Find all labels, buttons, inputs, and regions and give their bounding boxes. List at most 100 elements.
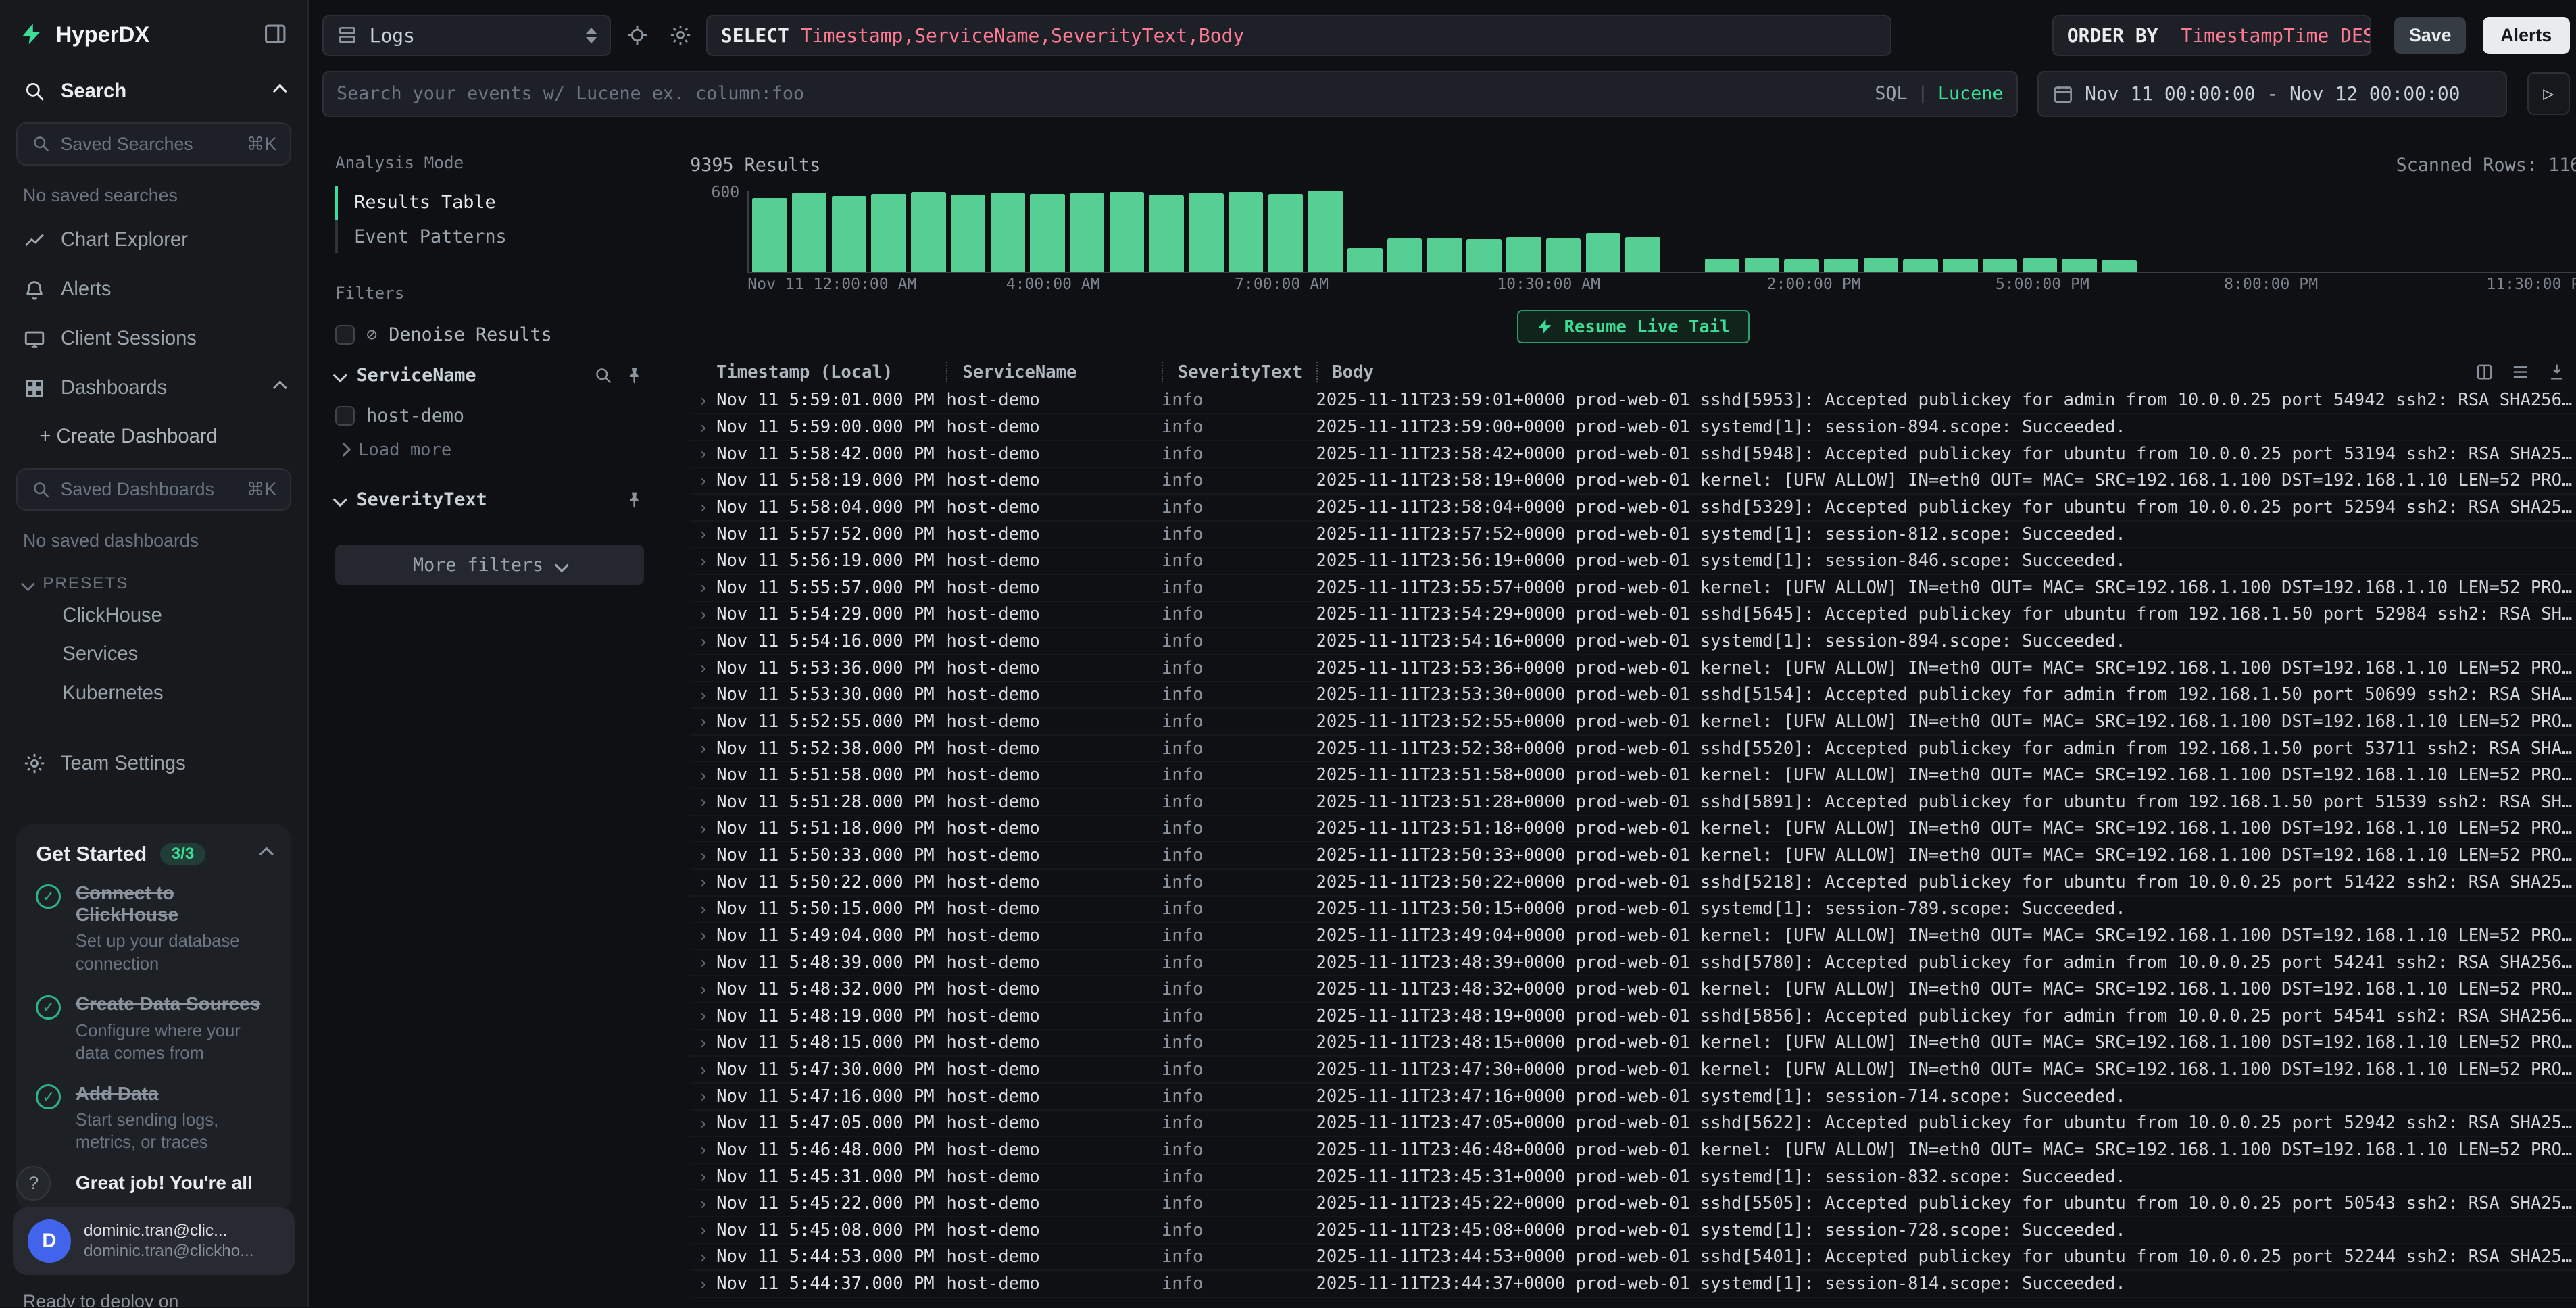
table-row[interactable]: ›Nov 11 5:58:42.000 PMhost-demoinfo2025-… <box>690 441 2576 468</box>
table-row[interactable]: ›Nov 11 5:53:36.000 PMhost-demoinfo2025-… <box>690 655 2576 682</box>
order-by-input[interactable]: ORDER BY TimestampTime DESC <box>2052 15 2371 56</box>
row-expand-icon[interactable]: › <box>690 1006 716 1026</box>
get-started-item[interactable]: ✓ Create Data Sources Configure where yo… <box>36 993 271 1065</box>
download-icon[interactable] <box>2547 362 2567 382</box>
row-expand-icon[interactable]: › <box>690 872 716 892</box>
row-expand-icon[interactable]: › <box>690 1167 716 1186</box>
row-expand-icon[interactable]: › <box>690 1033 716 1053</box>
row-expand-icon[interactable]: › <box>690 391 716 410</box>
column-header-body[interactable]: Body <box>1316 362 2576 382</box>
preset-item-clickhouse[interactable]: ClickHouse <box>0 597 307 635</box>
sidebar-item-search[interactable]: Search <box>0 67 307 116</box>
table-row[interactable]: ›Nov 11 5:47:05.000 PMhost-demoinfo2025-… <box>690 1111 2576 1138</box>
source-select[interactable]: Logs <box>322 15 612 56</box>
table-settings-icon[interactable] <box>2475 362 2494 382</box>
table-row[interactable]: ›Nov 11 5:58:19.000 PMhost-demoinfo2025-… <box>690 468 2576 495</box>
row-expand-icon[interactable]: › <box>690 765 716 785</box>
column-header-servicename[interactable]: ServiceName <box>946 362 1162 382</box>
save-button[interactable]: Save <box>2394 17 2466 54</box>
table-row[interactable]: ›Nov 11 5:56:19.000 PMhost-demoinfo2025-… <box>690 548 2576 575</box>
filter-value-host-demo[interactable]: host-demo <box>322 397 658 434</box>
table-row[interactable]: ›Nov 11 5:58:04.000 PMhost-demoinfo2025-… <box>690 495 2576 522</box>
filter-group-severitytext[interactable]: SeverityText <box>322 478 658 522</box>
sidebar-item-client-sessions[interactable]: Client Sessions <box>0 314 307 363</box>
event-search-input[interactable]: Search your events w/ Lucene ex. column:… <box>322 71 2018 117</box>
table-row[interactable]: ›Nov 11 5:48:39.000 PMhost-demoinfo2025-… <box>690 950 2576 977</box>
lang-lucene-toggle[interactable]: Lucene <box>1938 83 2004 104</box>
chevron-up-icon[interactable] <box>272 84 287 99</box>
row-expand-icon[interactable]: › <box>690 1113 716 1133</box>
source-settings-icon-button[interactable] <box>664 19 697 52</box>
row-expand-icon[interactable]: › <box>690 1194 716 1213</box>
table-row[interactable]: ›Nov 11 5:45:22.000 PMhost-demoinfo2025-… <box>690 1190 2576 1217</box>
table-row[interactable]: ›Nov 11 5:59:01.000 PMhost-demoinfo2025-… <box>690 388 2576 415</box>
focus-icon-button[interactable] <box>621 19 654 52</box>
row-density-icon[interactable] <box>2510 362 2530 382</box>
table-row[interactable]: ›Nov 11 5:54:16.000 PMhost-demoinfo2025-… <box>690 628 2576 655</box>
row-expand-icon[interactable]: › <box>690 524 716 544</box>
histogram-bars[interactable] <box>747 191 2576 273</box>
row-expand-icon[interactable]: › <box>690 418 716 437</box>
resume-live-tail-button[interactable]: Resume Live Tail <box>1517 310 1750 343</box>
saved-searches-input[interactable]: Saved Searches ⌘K <box>16 122 291 165</box>
row-expand-icon[interactable]: › <box>690 792 716 811</box>
row-expand-icon[interactable]: › <box>690 926 716 945</box>
row-expand-icon[interactable]: › <box>690 497 716 517</box>
column-header-severitytext[interactable]: SeverityText <box>1162 362 1316 382</box>
table-row[interactable]: ›Nov 11 5:52:38.000 PMhost-demoinfo2025-… <box>690 736 2576 763</box>
filter-search-icon[interactable] <box>593 366 613 385</box>
denoise-results-checkbox[interactable]: ⊘ Denoise Results <box>322 316 658 353</box>
more-filters-button[interactable]: More filters <box>335 545 644 585</box>
table-row[interactable]: ›Nov 11 5:52:55.000 PMhost-demoinfo2025-… <box>690 709 2576 736</box>
sidebar-item-chart-explorer[interactable]: Chart Explorer <box>0 216 307 265</box>
row-expand-icon[interactable]: › <box>690 1140 716 1159</box>
pin-icon[interactable] <box>624 366 644 385</box>
table-row[interactable]: ›Nov 11 5:44:53.000 PMhost-demoinfo2025-… <box>690 1244 2576 1272</box>
row-expand-icon[interactable]: › <box>690 1274 716 1294</box>
alerts-button[interactable]: Alerts <box>2483 17 2570 54</box>
table-row[interactable]: ›Nov 11 5:51:58.000 PMhost-demoinfo2025-… <box>690 762 2576 789</box>
row-expand-icon[interactable]: › <box>690 819 716 838</box>
table-row[interactable]: ›Nov 11 5:48:19.000 PMhost-demoinfo2025-… <box>690 1003 2576 1030</box>
column-header-timestamp[interactable]: Timestamp (Local) <box>716 362 946 382</box>
preset-item-kubernetes[interactable]: Kubernetes <box>0 674 307 712</box>
table-row[interactable]: ›Nov 11 5:50:15.000 PMhost-demoinfo2025-… <box>690 897 2576 924</box>
row-expand-icon[interactable]: › <box>690 1060 716 1080</box>
row-expand-icon[interactable]: › <box>690 1086 716 1106</box>
checkbox[interactable] <box>335 325 355 345</box>
chevron-up-icon[interactable] <box>259 847 274 861</box>
run-query-button[interactable]: ▷ <box>2527 72 2570 115</box>
row-expand-icon[interactable]: › <box>690 551 716 571</box>
row-expand-icon[interactable]: › <box>690 632 716 651</box>
mode-event-patterns[interactable]: Event Patterns <box>335 220 658 253</box>
select-columns-input[interactable]: SELECT Timestamp,ServiceName,SeverityTex… <box>706 15 1891 56</box>
row-expand-icon[interactable]: › <box>690 685 716 705</box>
table-row[interactable]: ›Nov 11 5:48:32.000 PMhost-demoinfo2025-… <box>690 976 2576 1003</box>
row-expand-icon[interactable]: › <box>690 658 716 678</box>
row-expand-icon[interactable]: › <box>690 471 716 490</box>
lang-sql-toggle[interactable]: SQL <box>1875 83 1907 104</box>
events-histogram[interactable]: 600 Nov 11 12:00:00 AM4:00:00 AM7:00:00 … <box>690 191 2576 296</box>
table-row[interactable]: ›Nov 11 5:46:48.000 PMhost-demoinfo2025-… <box>690 1137 2576 1164</box>
table-row[interactable]: ›Nov 11 5:50:33.000 PMhost-demoinfo2025-… <box>690 842 2576 870</box>
row-expand-icon[interactable]: › <box>690 578 716 597</box>
table-row[interactable]: ›Nov 11 5:50:22.000 PMhost-demoinfo2025-… <box>690 870 2576 897</box>
user-menu[interactable]: D dominic.tran@clic... dominic.tran@clic… <box>13 1207 294 1275</box>
row-expand-icon[interactable]: › <box>690 899 716 919</box>
row-expand-icon[interactable]: › <box>690 738 716 758</box>
presets-section-header[interactable]: PRESETS <box>0 561 307 597</box>
chevron-up-icon[interactable] <box>272 381 287 395</box>
row-expand-icon[interactable]: › <box>690 1247 716 1267</box>
table-row[interactable]: ›Nov 11 5:45:08.000 PMhost-demoinfo2025-… <box>690 1217 2576 1244</box>
row-expand-icon[interactable]: › <box>690 444 716 463</box>
create-dashboard-button[interactable]: + Create Dashboard <box>0 413 307 461</box>
get-started-item[interactable]: ✓ Add Data Start sending logs, metrics, … <box>36 1083 271 1155</box>
table-row[interactable]: ›Nov 11 5:57:52.000 PMhost-demoinfo2025-… <box>690 522 2576 549</box>
table-row[interactable]: ›Nov 11 5:55:57.000 PMhost-demoinfo2025-… <box>690 575 2576 602</box>
mode-results-table[interactable]: Results Table <box>335 186 658 220</box>
table-row[interactable]: ›Nov 11 5:47:16.000 PMhost-demoinfo2025-… <box>690 1084 2576 1111</box>
table-row[interactable]: ›Nov 11 5:45:31.000 PMhost-demoinfo2025-… <box>690 1164 2576 1191</box>
row-expand-icon[interactable]: › <box>690 980 716 999</box>
table-row[interactable]: ›Nov 11 5:48:15.000 PMhost-demoinfo2025-… <box>690 1030 2576 1057</box>
sidebar-item-alerts[interactable]: Alerts <box>0 265 307 314</box>
